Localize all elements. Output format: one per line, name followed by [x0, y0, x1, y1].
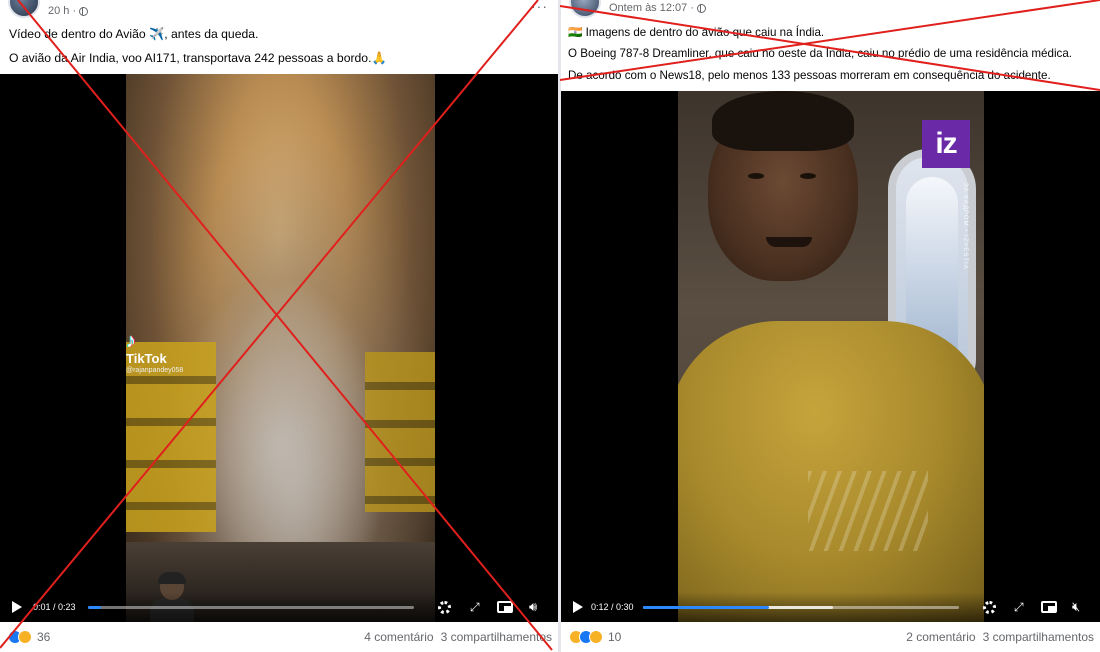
- progress-bar[interactable]: [88, 605, 414, 609]
- more-options-icon[interactable]: ···: [531, 0, 548, 14]
- tiktok-watermark: ♪ TikTok @rajanpandey058: [126, 330, 183, 374]
- post-timestamp[interactable]: 20 h ·: [48, 5, 76, 17]
- channel-watermark: ЗА КАДРОМ • IZVESTIA: [962, 183, 968, 270]
- comments-link[interactable]: 4 comentário: [364, 630, 433, 644]
- reactions[interactable]: 36: [8, 630, 50, 644]
- iz-logo: iz: [922, 120, 970, 168]
- post-footer: 10 2 comentário 3 compartilhamentos: [561, 626, 1100, 648]
- wow-reaction-icon: [589, 630, 603, 644]
- eye-left: [748, 173, 764, 179]
- post-text-line-1: Vídeo de dentro do Avião ✈️, antes da qu…: [9, 27, 259, 41]
- post-meta: 20 h ·: [48, 5, 89, 17]
- comments-link[interactable]: 2 comentário: [906, 630, 975, 644]
- reaction-count: 36: [37, 630, 51, 644]
- progress-fill: [88, 605, 102, 609]
- settings-gear-icon[interactable]: [438, 600, 451, 614]
- video-player[interactable]: ♪ TikTok @rajanpandey058 0:01 / 0:23 ⤢ 🔊…: [0, 74, 558, 622]
- post-text-line-3: De acordo com o News18, pelo menos 133 p…: [568, 69, 1051, 82]
- globe-icon: [697, 3, 706, 13]
- play-icon[interactable]: [12, 601, 22, 613]
- picture-in-picture-icon[interactable]: [1041, 601, 1057, 613]
- video-controls: 0:12 / 0:30 ⤢ 🔇︎: [561, 592, 1100, 622]
- eye-right: [800, 173, 816, 179]
- avatar[interactable]: [569, 0, 601, 18]
- cabin-seats-right: [365, 352, 435, 512]
- post-meta: Ontem às 12:07 ·: [609, 2, 706, 14]
- fullscreen-icon[interactable]: ⤢: [1014, 600, 1024, 615]
- shares-link[interactable]: 3 compartilhamentos: [983, 630, 1094, 644]
- shares-link[interactable]: 3 compartilhamentos: [441, 630, 552, 644]
- globe-icon: [79, 6, 89, 16]
- reactions[interactable]: 10: [569, 630, 621, 644]
- post-timestamp[interactable]: Ontem às 12:07 ·: [609, 2, 694, 14]
- left-post: 20 h · ··· Vídeo de dentro do Avião ✈️, …: [0, 0, 558, 652]
- tiktok-username: @rajanpandey058: [126, 367, 184, 374]
- video-time: 0:12 / 0:30: [591, 602, 634, 612]
- picture-in-picture-icon[interactable]: [497, 601, 513, 613]
- mute-icon[interactable]: 🔇︎: [1072, 599, 1080, 615]
- post-footer: 36 4 comentário 3 compartilhamentos: [0, 626, 558, 648]
- right-post: Ontem às 12:07 · 🇮🇳 Imagens de dentro do…: [561, 0, 1100, 652]
- progress-bar[interactable]: [643, 605, 959, 609]
- tiktok-icon: ♪: [126, 330, 136, 352]
- post-text-line-1: 🇮🇳 Imagens de dentro do avião que caiu n…: [568, 26, 825, 39]
- video-controls: 0:01 / 0:23 ⤢ 🔊︎: [0, 592, 558, 622]
- video-frame[interactable]: iz ЗА КАДРОМ • IZVESTIA: [678, 91, 984, 622]
- video-player[interactable]: iz ЗА КАДРОМ • IZVESTIA 0:12 / 0:30 ⤢ 🔇︎: [561, 91, 1100, 622]
- sad-reaction-icon: [18, 630, 32, 644]
- shirt-print: [808, 471, 928, 551]
- progress-fill: [643, 605, 770, 609]
- person-hair: [712, 91, 854, 151]
- tiktok-brand: TikTok: [126, 351, 167, 366]
- settings-gear-icon[interactable]: [983, 600, 996, 614]
- avatar[interactable]: [8, 0, 40, 18]
- volume-icon[interactable]: 🔊︎: [529, 599, 537, 615]
- post-text-line-2: O avião da Air India, voo AI171, transpo…: [9, 51, 387, 65]
- post-text-line-2: O Boeing 787-8 Dreamliner, que caiu no o…: [568, 47, 1072, 60]
- post-header: 20 h · ···: [0, 0, 558, 22]
- video-frame[interactable]: ♪ TikTok @rajanpandey058: [126, 74, 435, 622]
- reaction-count: 10: [608, 630, 622, 644]
- play-icon[interactable]: [573, 601, 583, 613]
- fullscreen-icon[interactable]: ⤢: [470, 600, 480, 615]
- mouth: [766, 237, 812, 247]
- video-time: 0:01 / 0:23: [33, 602, 76, 612]
- post-header: Ontem às 12:07 ·: [561, 0, 1100, 22]
